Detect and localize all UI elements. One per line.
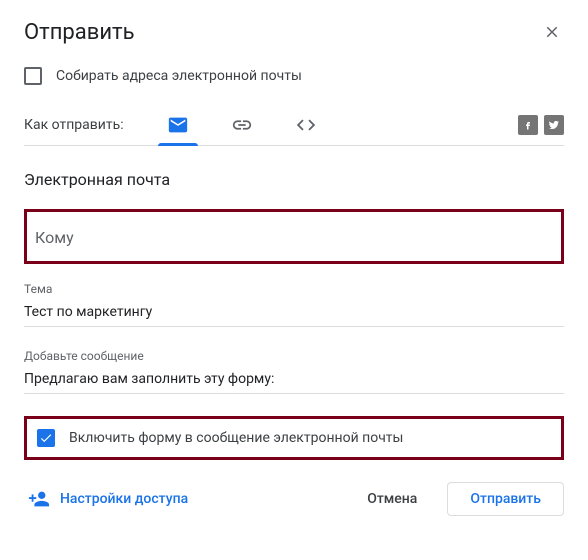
tab-email[interactable] [154,105,202,145]
dialog-header: Отправить [24,20,564,45]
access-settings-link[interactable]: Настройки доступа [24,482,192,516]
message-input[interactable] [24,367,564,394]
send-via-label: Как отправить: [24,117,124,133]
collect-emails-checkbox[interactable] [24,67,42,85]
to-field-group [24,209,564,264]
tab-link[interactable] [218,105,266,145]
embed-icon [295,114,317,136]
twitter-button[interactable] [544,115,564,135]
message-label: Добавьте сообщение [24,349,564,363]
section-title-email: Электронная почта [24,170,564,189]
dialog-title: Отправить [24,20,135,45]
close-icon [543,23,561,41]
subject-label: Тема [24,282,564,296]
close-button[interactable] [540,20,564,44]
include-form-row: Включить форму в сообщение электронной п… [24,416,564,460]
dialog-footer: Настройки доступа Отмена Отправить [24,482,564,516]
message-field-group: Добавьте сообщение [24,349,564,394]
subject-field-group: Тема [24,282,564,327]
person-add-icon [28,488,50,510]
include-form-checkbox[interactable] [37,429,55,447]
include-form-label: Включить форму в сообщение электронной п… [69,430,403,446]
collect-emails-label: Собирать адреса электронной почты [56,68,302,84]
send-method-tabs: Как отправить: [24,105,564,146]
check-icon [39,431,53,445]
access-settings-label: Настройки доступа [60,491,188,507]
subject-input[interactable] [24,300,564,327]
tab-embed[interactable] [282,105,330,145]
send-dialog: Отправить Собирать адреса электронной по… [0,0,588,560]
link-icon [231,114,253,136]
social-share [518,115,564,135]
send-button[interactable]: Отправить [447,482,564,516]
facebook-icon [522,119,534,131]
cancel-button[interactable]: Отмена [345,483,439,515]
dialog-body: Отправить Собирать адреса электронной по… [0,0,588,560]
facebook-button[interactable] [518,115,538,135]
twitter-icon [548,119,560,131]
collect-emails-row: Собирать адреса электронной почты [24,67,564,85]
to-input[interactable] [35,222,553,253]
mail-icon [167,114,189,136]
